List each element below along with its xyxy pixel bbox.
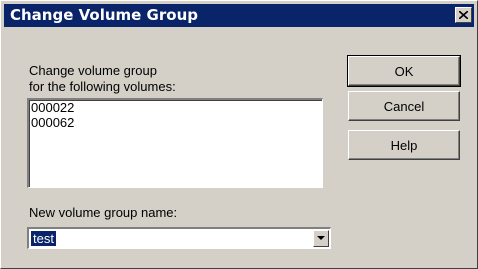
- dropdown-button[interactable]: [313, 230, 329, 247]
- combo-selected-value[interactable]: test: [31, 231, 56, 246]
- volumes-listbox[interactable]: 000022 000062: [27, 98, 323, 188]
- cancel-button[interactable]: Cancel: [348, 91, 460, 121]
- change-volume-group-dialog: Change Volume Group Change volume group …: [0, 0, 478, 269]
- window-title: Change Volume Group: [10, 6, 198, 24]
- new-volume-group-name-combobox[interactable]: test: [27, 227, 331, 249]
- instruction-line-1: Change volume group: [29, 63, 157, 78]
- help-button[interactable]: Help: [348, 130, 460, 160]
- chevron-down-icon: [317, 236, 325, 240]
- instruction-line-2: for the following volumes:: [29, 79, 176, 94]
- new-name-label: New volume group name:: [29, 205, 178, 220]
- close-icon: [459, 11, 468, 19]
- list-item[interactable]: 000062: [29, 115, 322, 130]
- list-item[interactable]: 000022: [29, 100, 322, 115]
- title-bar[interactable]: Change Volume Group: [4, 4, 474, 27]
- ok-button[interactable]: OK: [347, 55, 461, 87]
- close-button[interactable]: [455, 7, 472, 23]
